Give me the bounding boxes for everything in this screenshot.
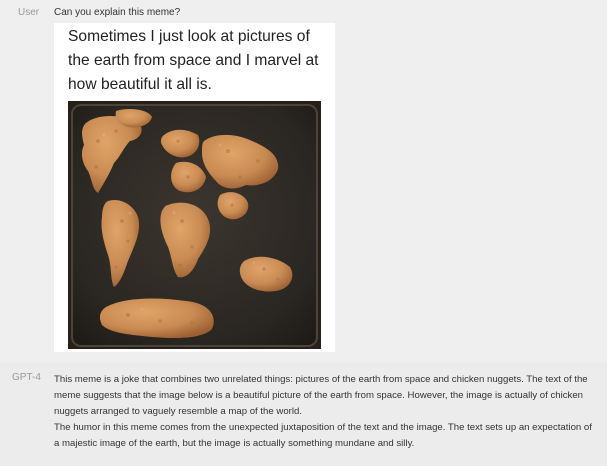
assistant-paragraph-2: The humor in this meme comes from the un… xyxy=(54,422,592,449)
assistant-speaker-label: GPT-4 xyxy=(12,372,41,383)
nugget-map-photo xyxy=(68,101,321,349)
user-message: User Can you explain this meme? Sometime… xyxy=(0,0,607,362)
assistant-message: GPT-4 This meme is a joke that combines … xyxy=(0,362,607,466)
user-speaker-label: User xyxy=(18,7,40,18)
nugget-antarctica xyxy=(99,298,214,339)
chat-page: User Can you explain this meme? Sometime… xyxy=(0,0,607,466)
assistant-paragraph-1: This meme is a joke that combines two un… xyxy=(54,374,588,417)
user-message-text: Can you explain this meme? xyxy=(54,7,181,18)
assistant-message-text: This meme is a joke that combines two un… xyxy=(54,372,599,452)
meme-image: Sometimes I just look at pictures of the… xyxy=(54,23,335,352)
meme-caption: Sometimes I just look at pictures of the… xyxy=(68,28,319,93)
